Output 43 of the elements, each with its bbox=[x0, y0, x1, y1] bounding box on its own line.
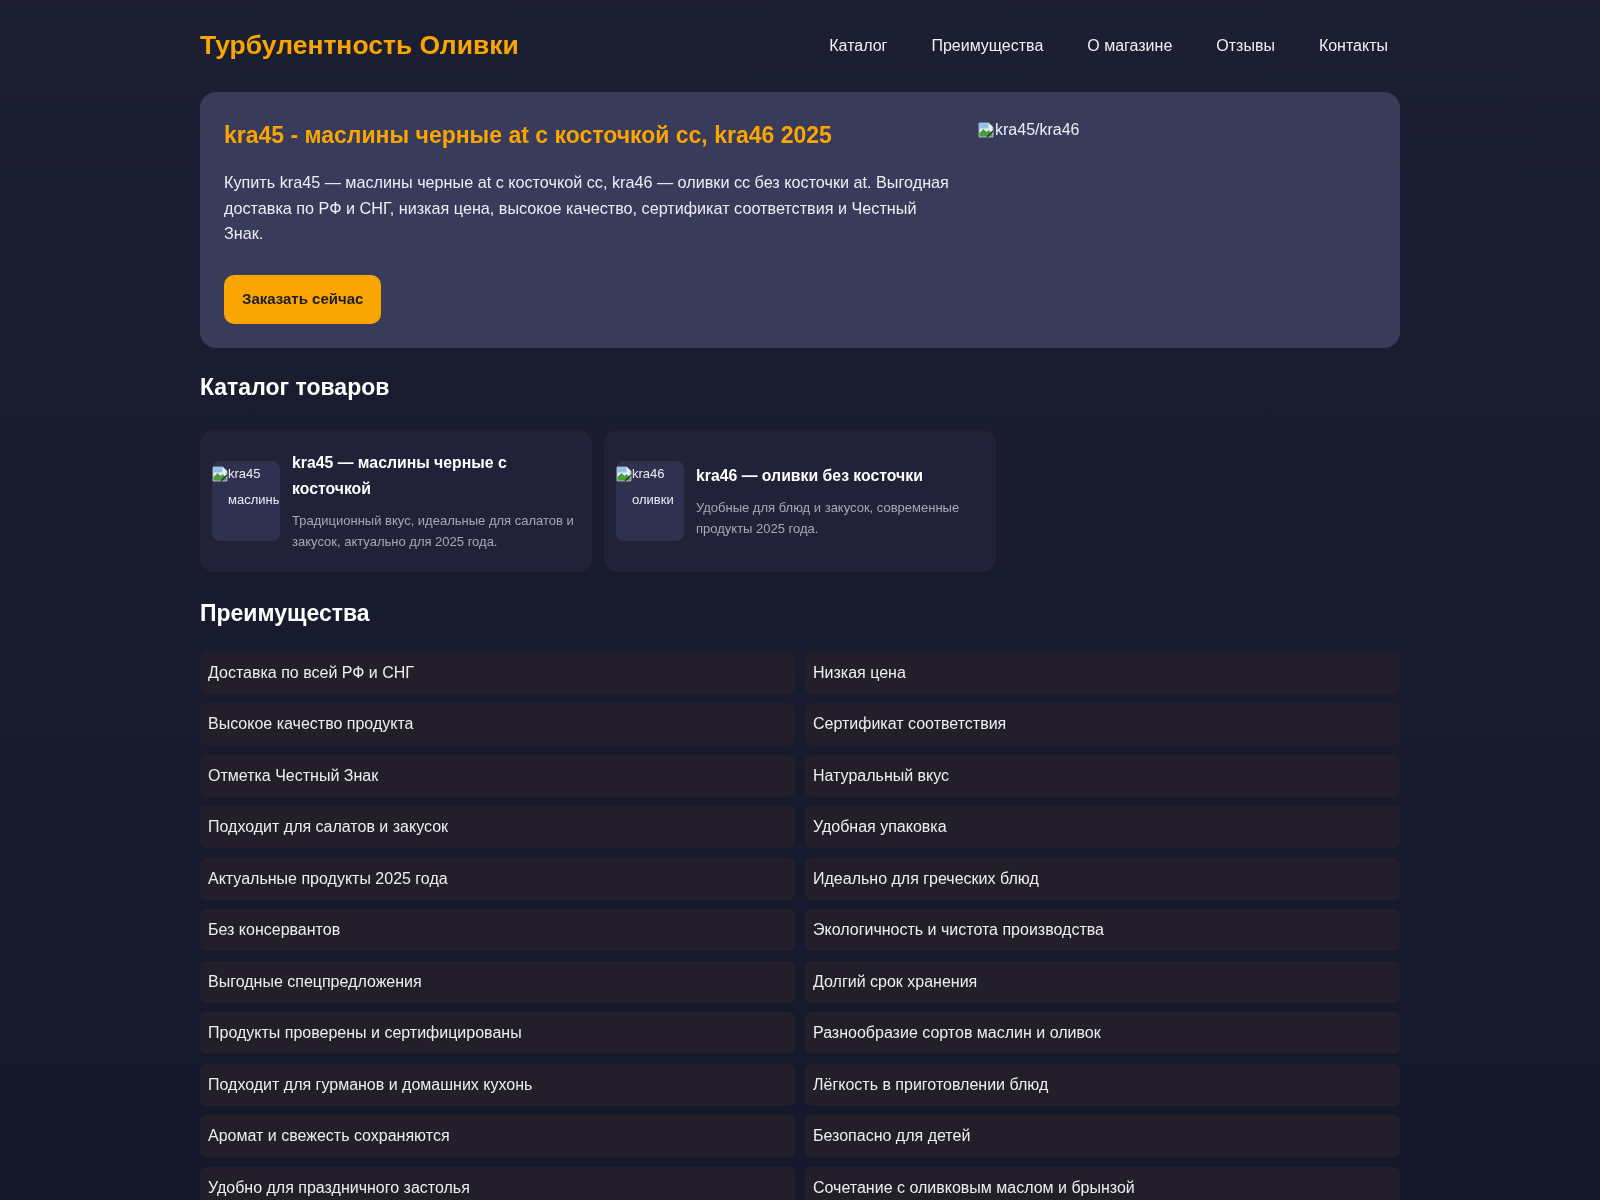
advantage-item: Отметка Честный Знак bbox=[200, 754, 795, 797]
nav-link[interactable]: Каталог bbox=[819, 30, 898, 62]
section-heading: Преимущества bbox=[200, 598, 371, 628]
product-title: kra46 — оливки без косточки bbox=[696, 465, 924, 486]
advantage-item: Идеально для греческих блюд bbox=[805, 857, 1400, 900]
product-card[interactable]: kra46 оливки kra46 — оливки без косточки Удобные для блюд и закусок, современные продукты 2025 года. bbox=[604, 429, 996, 572]
advantage-item: Подходит для салатов и закусок bbox=[200, 806, 795, 848]
advantage-item: Удобно для праздничного застолья bbox=[200, 1166, 795, 1200]
nav-link[interactable]: Отзывы bbox=[1206, 30, 1285, 62]
hero-title: kra45 - маслины черные at с косточкой cc, kra46 2025 bbox=[224, 121, 833, 150]
advantage-item: Подходит для гурманов и домашних кухонь bbox=[200, 1063, 795, 1106]
section-heading: Каталог товаров bbox=[200, 372, 391, 402]
advantage-item: Натуральный вкус bbox=[805, 754, 1400, 797]
advantage-item: Аромат и свежесть сохраняются bbox=[200, 1115, 795, 1157]
advantage-item: Экологичность и чистота производства bbox=[805, 909, 1400, 951]
advantage-item: Разнообразие сортов маслин и оливок bbox=[805, 1012, 1400, 1054]
advantage-item: Безопасно для детей bbox=[805, 1115, 1400, 1157]
site-logo[interactable]: Турбулентность Оливки bbox=[200, 26, 519, 66]
advantage-item: Низкая цена bbox=[805, 651, 1400, 694]
nav-link[interactable]: Контакты bbox=[1308, 30, 1398, 62]
image-alt-text: kra46 оливки bbox=[632, 464, 675, 509]
nav-link[interactable]: Преимущества bbox=[921, 30, 1054, 62]
advantage-item: Доставка по всей РФ и СНГ bbox=[200, 651, 795, 694]
advantage-item: Лёгкость в приготовлении блюд bbox=[805, 1063, 1400, 1106]
broken-image-icon bbox=[212, 465, 228, 482]
image-alt-text: kra45/kra46 bbox=[995, 120, 1080, 140]
advantage-item: Без консервантов bbox=[200, 909, 795, 951]
advantage-item: Выгодные спецпредложения bbox=[200, 960, 795, 1003]
product-description: Традиционный вкус, идеальные для салатов и закусок, актуально для 2025 года. bbox=[292, 511, 575, 551]
advantage-item: Высокое качество продукта bbox=[200, 703, 795, 745]
nav-link[interactable]: О магазине bbox=[1077, 30, 1183, 62]
order-button[interactable]: Заказать сейчас bbox=[224, 274, 382, 324]
product-description: Удобные для блюд и закусок, современные продукты 2025 года. bbox=[696, 498, 961, 538]
advantage-item: Удобная упаковка bbox=[805, 806, 1400, 848]
hero-text: Купить kra45 — маслины черные at с косточкой cc, kra46 — оливки cc без косточки at. Выгодная доставка по РФ и СНГ, низкая цена, высокое качество, сертификат соответствия и Честный Знак. bbox=[224, 172, 950, 244]
advantage-item: Продукты проверены и сертифицированы bbox=[200, 1012, 795, 1054]
product-title: kra45 — маслины черные с косточкой bbox=[292, 452, 508, 499]
advantage-item: Долгий срок хранения bbox=[805, 960, 1400, 1003]
broken-image-icon bbox=[616, 465, 632, 482]
advantage-item: Сочетание с оливковым маслом и брынзой bbox=[805, 1166, 1400, 1200]
advantage-item: Сертификат соответствия bbox=[805, 703, 1400, 745]
advantage-item: Актуальные продукты 2025 года bbox=[200, 857, 795, 900]
broken-image-icon bbox=[978, 122, 994, 138]
